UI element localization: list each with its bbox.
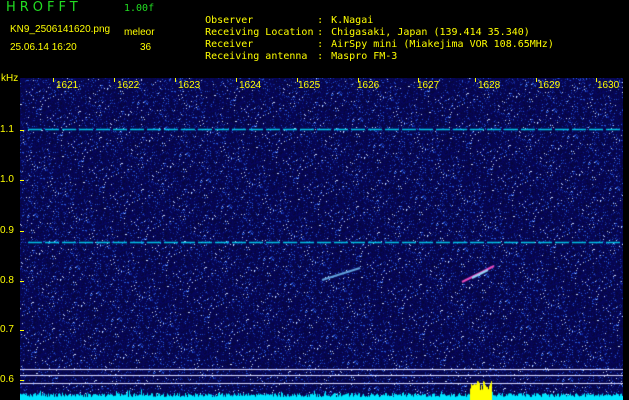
x-tick-label: 1627	[417, 80, 440, 91]
y-tick-label: 0.9	[0, 225, 14, 236]
y-tick-label: 0.6	[0, 374, 14, 385]
x-tick-label: 1625	[298, 80, 321, 91]
antenna-label: Receiving antenna	[205, 51, 308, 62]
y-tick-mark	[20, 281, 24, 282]
separator: :	[317, 51, 324, 62]
x-tick-label: 1629	[538, 80, 561, 91]
x-tick-mark	[53, 78, 54, 82]
y-tick-label: 1.0	[0, 174, 14, 185]
x-tick-mark	[175, 78, 176, 82]
y-axis-unit: kHz	[1, 73, 19, 84]
x-tick-label: 1623	[178, 80, 201, 91]
y-tick-mark	[20, 380, 24, 381]
x-tick-label: 1622	[117, 80, 140, 91]
program-name: meleor	[124, 27, 155, 38]
x-tick-label: 1621	[56, 80, 79, 91]
x-tick-label: 1630	[597, 80, 620, 91]
y-tick-mark	[20, 130, 24, 131]
y-tick-mark	[20, 231, 24, 232]
x-tick-label: 1628	[478, 80, 501, 91]
app-title: HROFFT	[6, 0, 82, 15]
x-tick-mark	[236, 78, 237, 82]
spectrogram-plot	[20, 78, 623, 400]
meteor-count: 36	[140, 42, 152, 53]
app-version: 1.00f	[124, 3, 155, 14]
y-tick-mark	[20, 180, 24, 181]
hrofft-window: HROFFT 1.00f KN9_2506141620.png meleor 2…	[0, 0, 629, 400]
x-tick-mark	[536, 78, 537, 82]
y-tick-label: 0.8	[0, 275, 14, 286]
capture-timestamp: 25.06.14 16:20	[10, 42, 77, 53]
antenna-row: Receiving antenna: Maspro FM-3	[181, 39, 397, 75]
file-name: KN9_2506141620.png	[10, 24, 111, 35]
x-tick-label: 1626	[357, 80, 380, 91]
x-tick-label: 1624	[239, 80, 262, 91]
x-tick-mark	[114, 78, 115, 82]
y-tick-label: 0.7	[0, 324, 14, 335]
antenna-value: Maspro FM-3	[331, 51, 398, 62]
spectrogram-canvas	[20, 78, 623, 400]
x-tick-mark	[475, 78, 476, 82]
y-tick-mark	[20, 330, 24, 331]
y-tick-label: 1.1	[0, 124, 14, 135]
